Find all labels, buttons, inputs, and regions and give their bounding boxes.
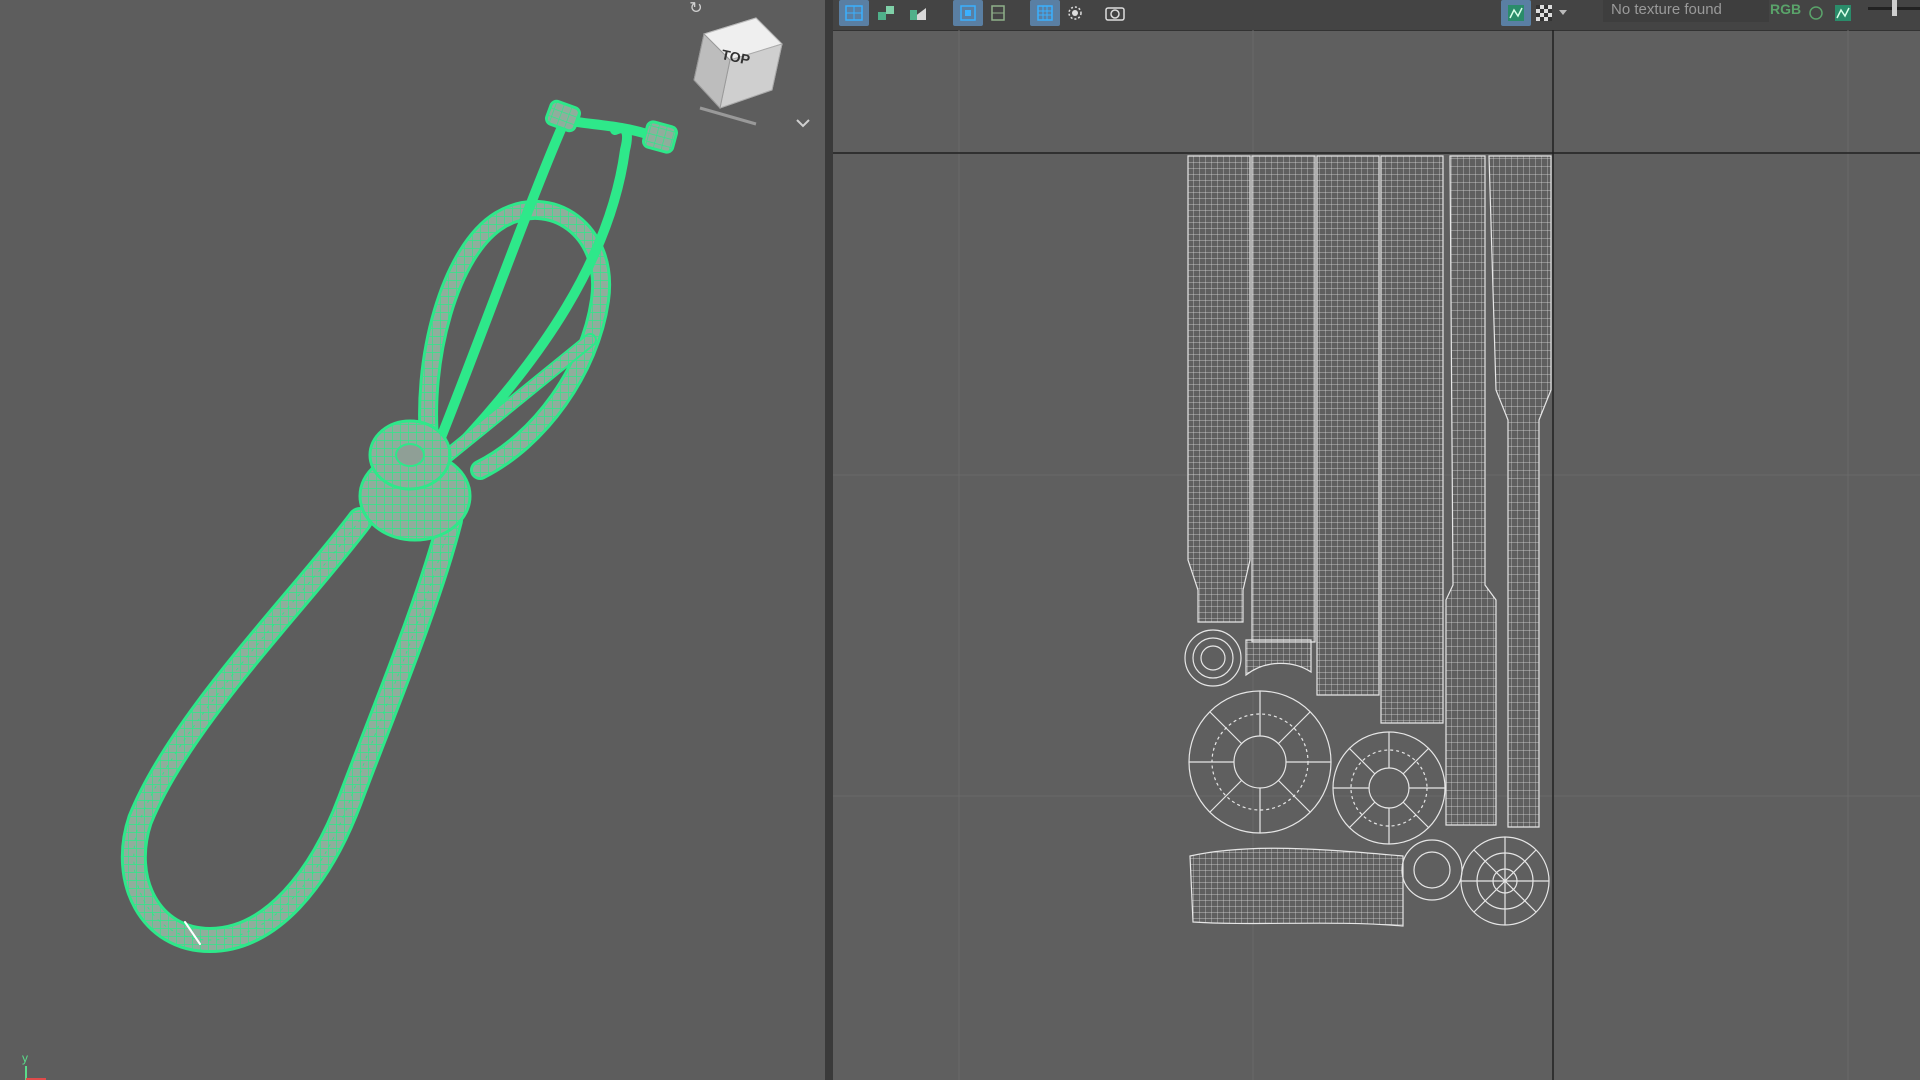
uv-shell-ear-tip [1460, 836, 1550, 926]
uv-shell-band [1189, 847, 1404, 927]
uv-editor-panel[interactable]: No texture found RGB [833, 0, 1920, 1080]
dropdown-icon[interactable] [1555, 0, 1571, 26]
rgb-channel-label[interactable]: RGB [1770, 0, 1801, 18]
stethoscope-wireframe[interactable] [0, 0, 825, 1080]
uv-isolate-icon[interactable] [1060, 0, 1090, 26]
ear-tip-left [544, 99, 582, 133]
uv-border-icon[interactable] [983, 0, 1013, 26]
axis-label-y: y [22, 1052, 28, 1065]
uv-canvas[interactable] [833, 30, 1920, 1080]
uv-shells[interactable] [1184, 155, 1552, 927]
uv-checker-icon[interactable] [903, 0, 933, 26]
uv-shell [1380, 155, 1444, 724]
maya-workspace: ↻ TOP y No texture found RGB [0, 0, 1920, 1080]
rgb-icon[interactable] [1801, 0, 1831, 26]
camera-icon[interactable] [1100, 0, 1130, 26]
ear-tip-right [641, 120, 679, 154]
uv-grid-icon[interactable] [839, 0, 869, 26]
uv-shell [1316, 155, 1380, 696]
image-icon[interactable] [1828, 0, 1858, 26]
uv-shell-icon[interactable] [953, 0, 983, 26]
uv-shell [1187, 155, 1251, 623]
uv-shell [1488, 155, 1552, 828]
texture-status-field: No texture found [1603, 0, 1769, 22]
panel-splitter[interactable] [825, 0, 833, 1080]
uv-layout-icon[interactable] [871, 0, 901, 26]
uv-shell-small-disc [1401, 839, 1463, 901]
uv-toolbar: No texture found RGB [833, 0, 1920, 31]
uv-shell [1445, 155, 1497, 826]
image-display-icon[interactable] [1501, 0, 1531, 26]
uv-shell-diaphragm [1188, 690, 1332, 834]
chevron-down-icon[interactable] [792, 112, 814, 134]
uv-shell-small-ring [1184, 629, 1242, 687]
view-cube[interactable]: TOP [686, 16, 786, 134]
uv-shell-bell [1332, 731, 1446, 845]
axis-gizmo: y [22, 1052, 46, 1080]
exposure-slider-thumb[interactable] [1892, 0, 1897, 16]
uv-distortion-icon[interactable] [1030, 0, 1060, 26]
uv-shell [1251, 155, 1316, 643]
exposure-slider[interactable] [1868, 0, 1920, 16]
perspective-viewport[interactable]: ↻ TOP y [0, 0, 825, 1080]
uv-shell [1245, 639, 1312, 677]
